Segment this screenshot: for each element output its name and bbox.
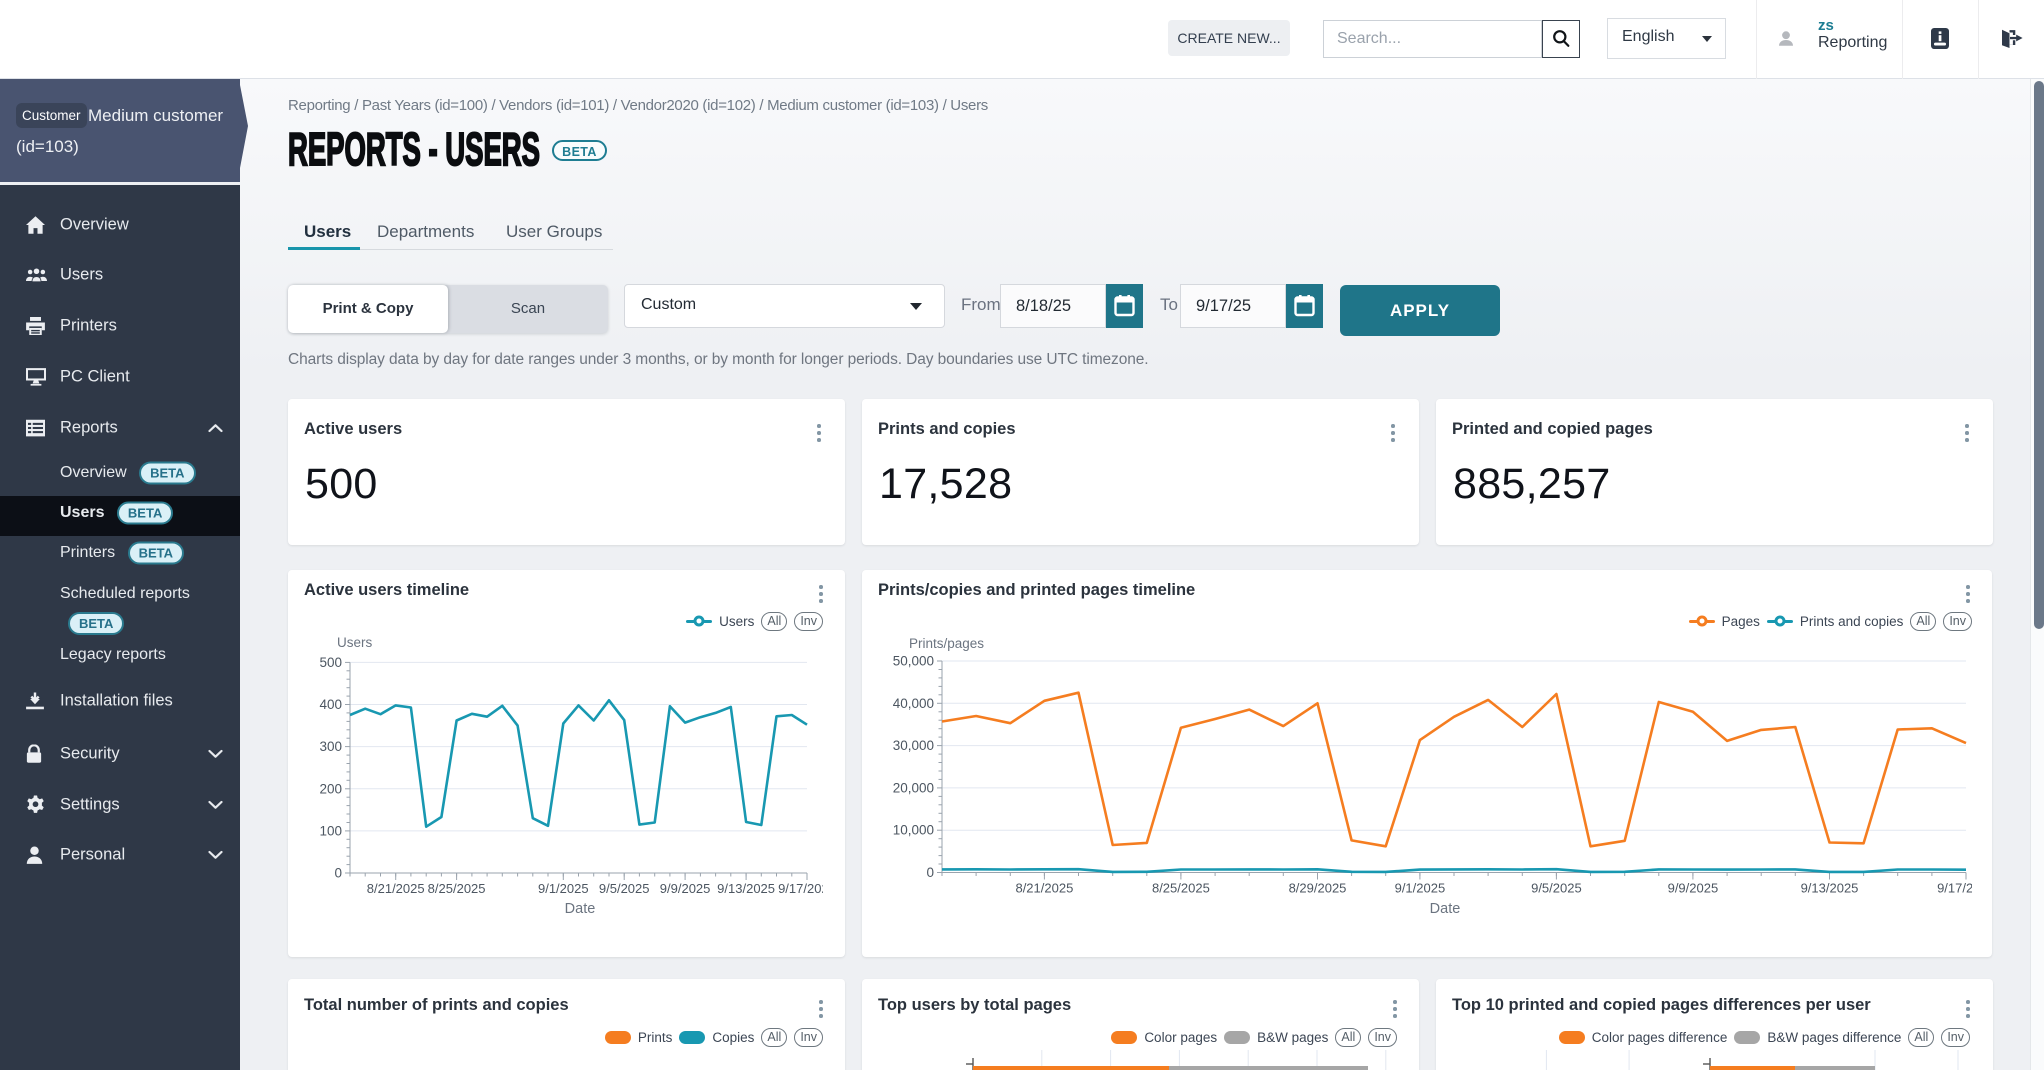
svg-text:REPORTS - USERS: REPORTS - USERS — [288, 123, 540, 172]
svg-text:9/9/2025: 9/9/2025 — [1668, 881, 1719, 896]
svg-text:0: 0 — [334, 866, 342, 881]
svg-text:9/13/2025: 9/13/2025 — [717, 881, 775, 896]
svg-text:50,000: 50,000 — [893, 654, 934, 669]
svg-text:9/17/2025: 9/17/2025 — [1937, 881, 1972, 896]
svg-text:8/29/2025: 8/29/2025 — [1289, 881, 1347, 896]
svg-text:0: 0 — [926, 865, 934, 880]
svg-text:9/1/2025: 9/1/2025 — [1395, 881, 1446, 896]
svg-text:30,000: 30,000 — [893, 738, 934, 753]
svg-text:9/5/2025: 9/5/2025 — [1531, 881, 1582, 896]
svg-text:200: 200 — [319, 781, 342, 796]
svg-text:Date: Date — [565, 901, 596, 917]
svg-text:9/5/2025: 9/5/2025 — [599, 881, 650, 896]
svg-text:300: 300 — [319, 739, 342, 754]
svg-text:9/17/2025: 9/17/2025 — [778, 881, 823, 896]
svg-text:Users: Users — [337, 635, 373, 650]
svg-text:8/21/2025: 8/21/2025 — [367, 881, 425, 896]
svg-text:100: 100 — [319, 823, 342, 838]
svg-text:9/9/2025: 9/9/2025 — [660, 881, 711, 896]
svg-text:20,000: 20,000 — [893, 780, 934, 795]
svg-text:40,000: 40,000 — [893, 696, 934, 711]
svg-text:8/25/2025: 8/25/2025 — [428, 881, 486, 896]
svg-text:9/1/2025: 9/1/2025 — [538, 881, 589, 896]
svg-text:Prints/pages: Prints/pages — [909, 636, 984, 651]
svg-text:8/25/2025: 8/25/2025 — [1152, 881, 1210, 896]
svg-text:9/13/2025: 9/13/2025 — [1801, 881, 1859, 896]
svg-text:Date: Date — [1430, 901, 1461, 917]
svg-text:8/21/2025: 8/21/2025 — [1015, 881, 1073, 896]
svg-text:400: 400 — [319, 697, 342, 712]
svg-text:10,000: 10,000 — [893, 823, 934, 838]
svg-text:500: 500 — [319, 655, 342, 670]
